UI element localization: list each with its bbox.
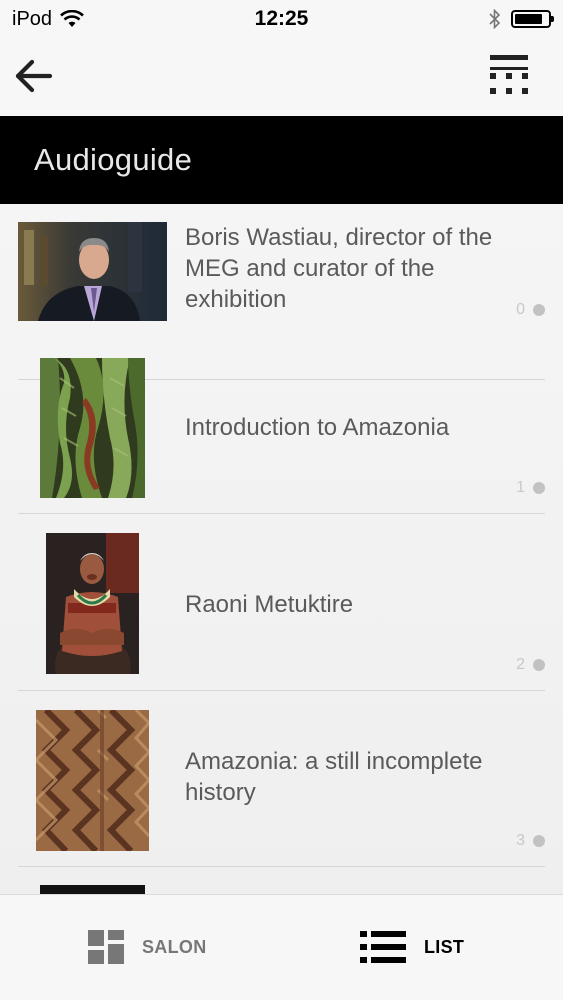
nav-bar [0,38,563,116]
bluetooth-icon [489,9,501,29]
item-number-label: 3 [516,832,525,849]
status-dot-icon [533,835,545,847]
item-number-label: 0 [516,301,525,318]
partial-thumbnail [40,885,145,894]
list-item[interactable]: Introduction to Amazonia 1 [18,338,545,514]
item-title: Amazonia: a still incomplete history [185,748,483,806]
list-item[interactable]: Amazonia: a still incomplete history 3 [18,691,545,867]
tab-salon[interactable]: SALON [88,927,207,967]
audioguide-list[interactable]: Boris Wastiau, director of the MEG and c… [0,204,563,894]
grid-view-icon[interactable] [486,52,532,98]
carrier-label: iPod [12,7,53,30]
item-title: Introduction to Amazonia [185,414,450,441]
tab-salon-label: SALON [142,936,207,957]
bark-pattern-photo [36,710,149,851]
portrait-photo [18,222,167,321]
status-dot-icon [533,482,545,494]
item-title: Raoni Metuktire [185,591,354,618]
status-dot-icon [533,659,545,671]
back-arrow-icon[interactable] [12,54,56,98]
page-title: Audioguide [34,142,193,177]
status-bar: iPod 12:25 [0,0,563,38]
wifi-icon [60,10,84,27]
header-bar: Audioguide [0,116,563,204]
battery-level [515,14,543,24]
item-title: Boris Wastiau, director of the MEG and c… [185,224,493,313]
list-item[interactable] [18,867,545,894]
item-number: 2 [516,656,545,674]
list-item[interactable]: Raoni Metuktire 2 [18,515,545,691]
status-left: iPod [12,8,84,31]
tab-list[interactable]: LIST [360,927,464,967]
item-number: 3 [516,832,545,850]
status-right [489,9,554,29]
status-time: 12:25 [254,7,309,30]
item-number: 1 [516,479,545,497]
chief-portrait-photo [46,533,139,674]
status-dot-icon [533,304,545,316]
tab-list-label: LIST [424,936,465,957]
battery-icon [511,10,554,28]
tab-bar: SALON LIST [0,894,563,1000]
item-number-label: 2 [516,656,525,673]
salon-grid-icon [88,930,124,964]
list-icon [360,931,406,963]
item-number-label: 1 [516,479,525,496]
feather-object-photo [40,358,145,498]
item-number: 0 [516,301,545,319]
